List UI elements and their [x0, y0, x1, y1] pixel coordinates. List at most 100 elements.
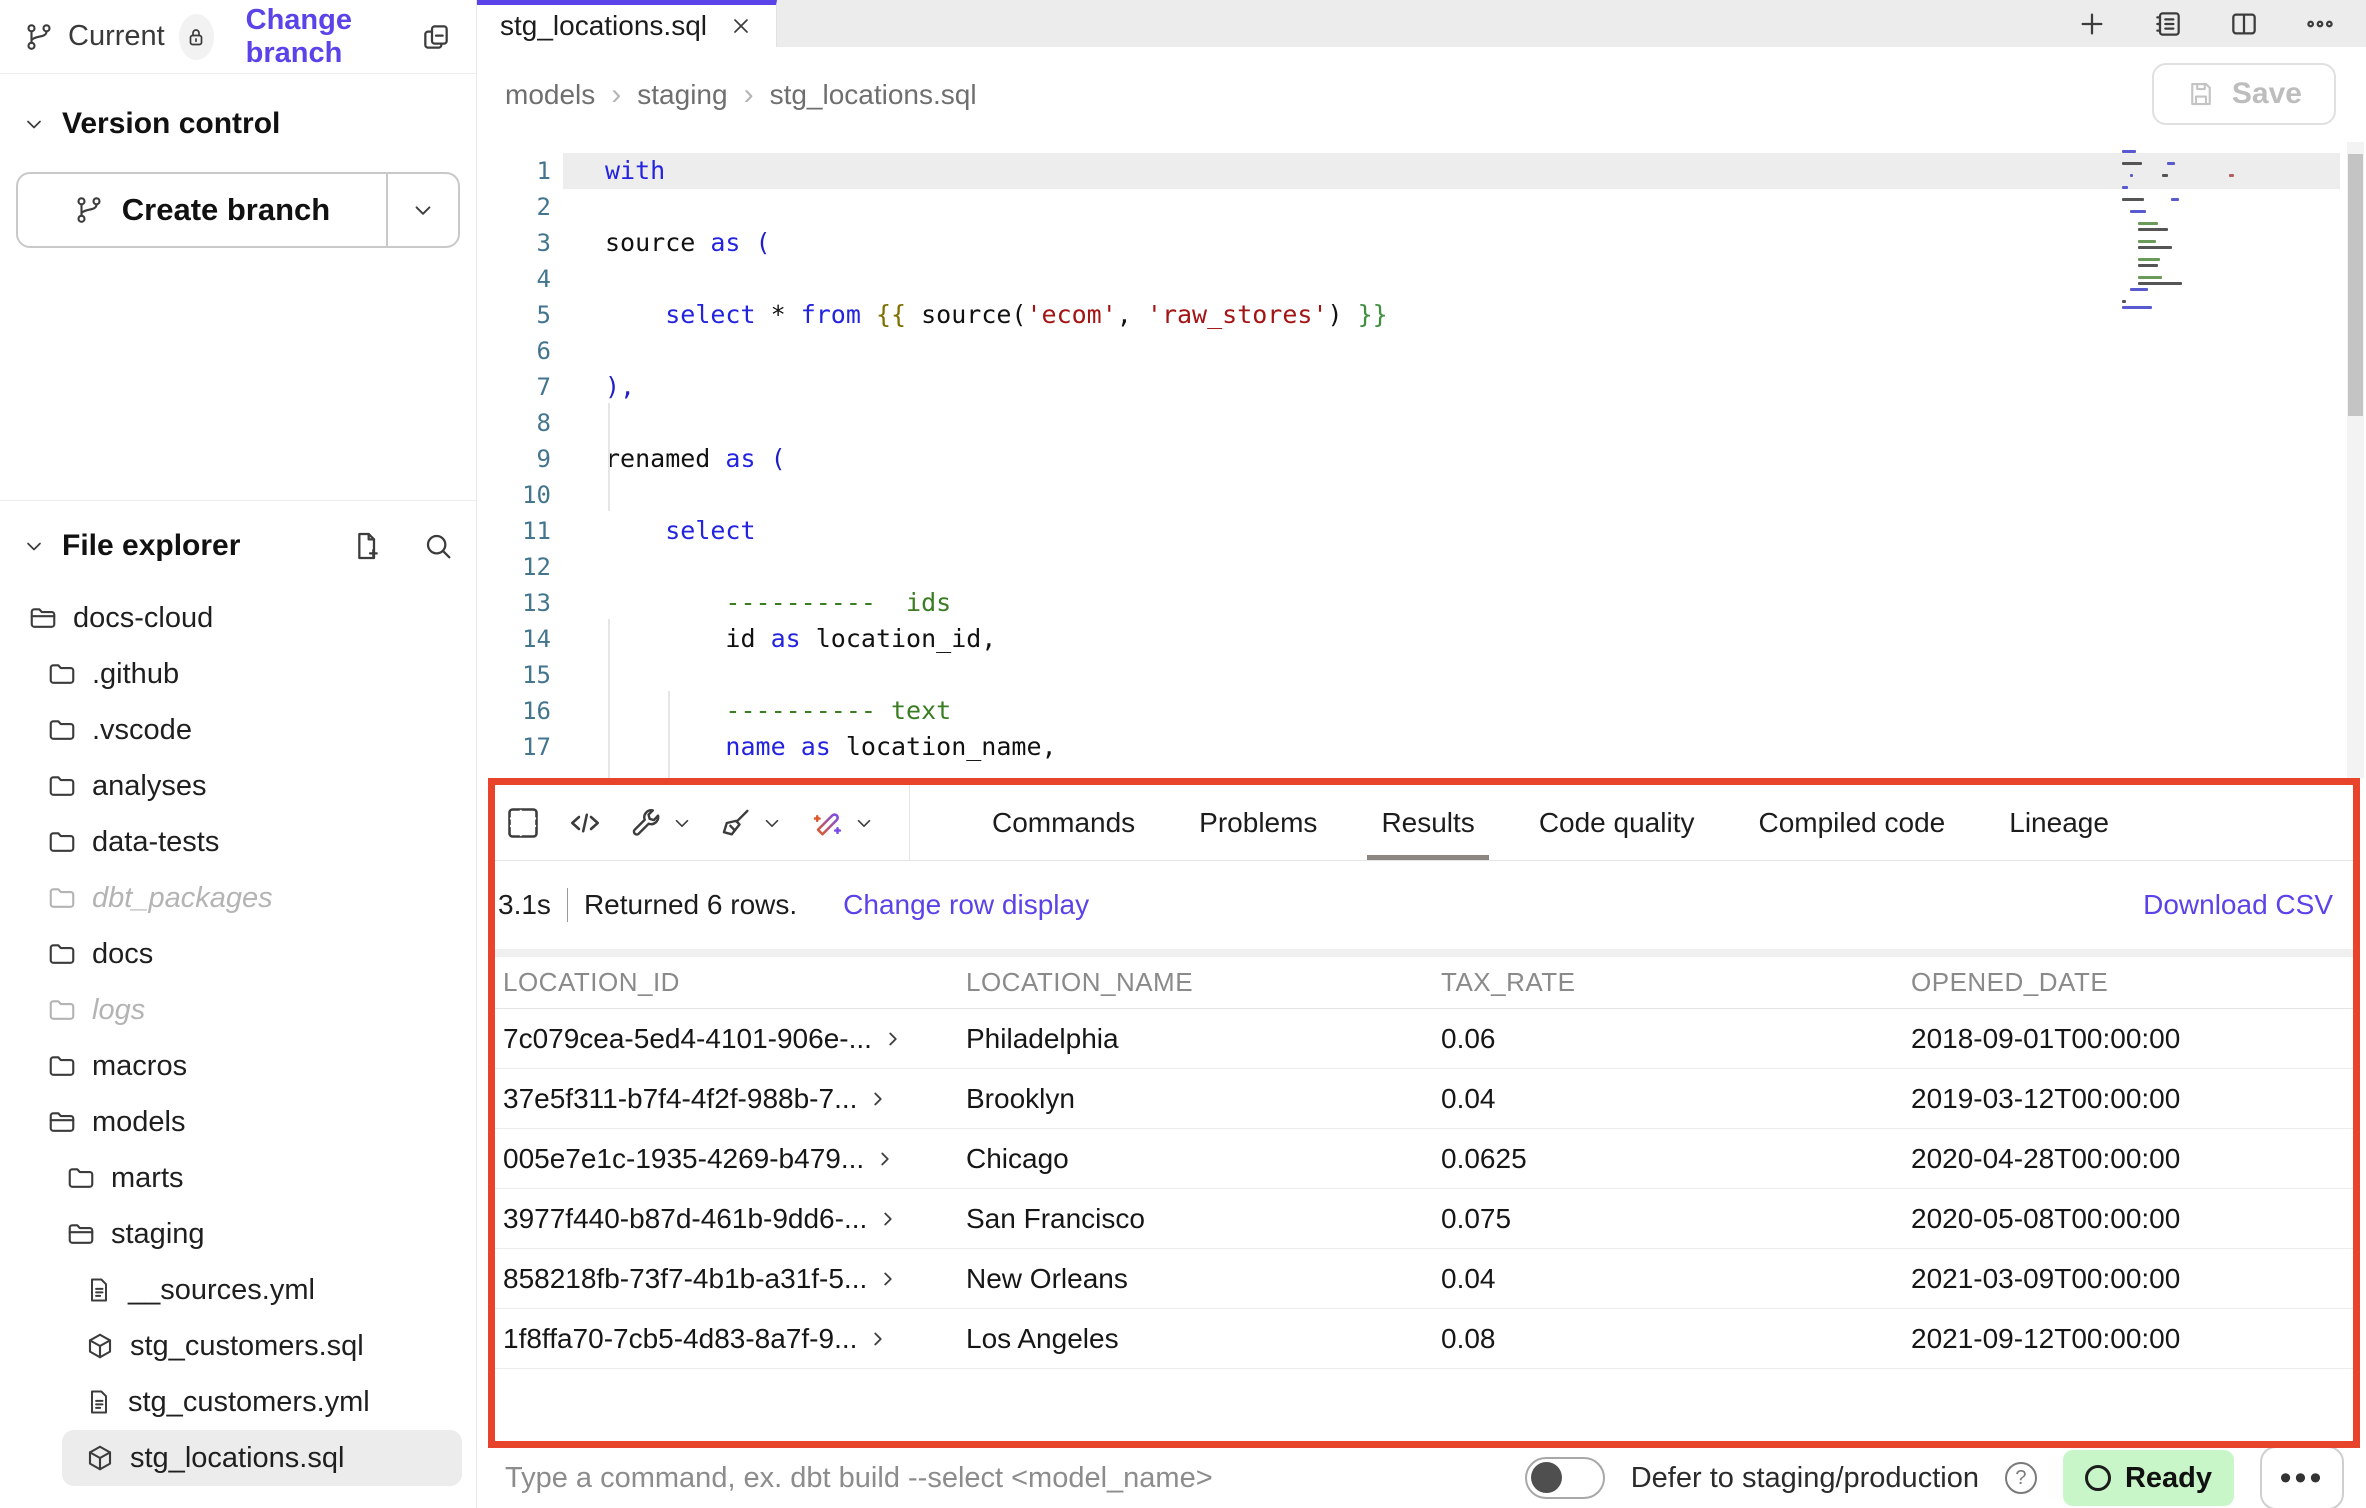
file-explorer-section-header[interactable]: File explorer: [0, 516, 476, 576]
change-branch-link[interactable]: Change branch: [246, 4, 406, 70]
tree-item-label: docs-cloud: [73, 602, 213, 635]
tree-item--github[interactable]: .github: [0, 646, 476, 702]
change-row-display-link[interactable]: Change row display: [843, 889, 1089, 921]
code-icon-button[interactable]: [567, 805, 603, 841]
broom-icon-button[interactable]: [719, 806, 783, 840]
column-header-location_name[interactable]: LOCATION_NAME: [966, 967, 1441, 998]
notebook-icon[interactable]: [2152, 8, 2184, 40]
results-tab-lineage[interactable]: Lineage: [2009, 785, 2109, 860]
table-row[interactable]: 858218fb-73f7-4b1b-a31f-5...New Orleans0…: [495, 1249, 2353, 1309]
cell-location_id: 1f8ffa70-7cb5-4d83-8a7f-9...: [495, 1323, 966, 1355]
expand-row-chevron-icon[interactable]: [882, 1028, 904, 1050]
cell-tax_rate: 0.0625: [1441, 1143, 1911, 1175]
code-line-11[interactable]: 11 select: [477, 513, 2366, 549]
code-line-7[interactable]: 7),: [477, 369, 2366, 405]
defer-toggle[interactable]: [1525, 1457, 1605, 1499]
tree-item-stg-locations-sql[interactable]: stg_locations.sql: [62, 1430, 462, 1486]
table-row[interactable]: 7c079cea-5ed4-4101-906e-...Philadelphia0…: [495, 1009, 2353, 1069]
expand-row-chevron-icon[interactable]: [867, 1328, 889, 1350]
code-line-5[interactable]: 5 select * from {{ source('ecom', 'raw_s…: [477, 297, 2366, 333]
copy-icon[interactable]: [420, 21, 452, 53]
code-line-4[interactable]: 4: [477, 261, 2366, 297]
status-divider: [567, 888, 568, 922]
tree-item-docs-cloud[interactable]: docs-cloud: [0, 590, 476, 646]
tree-item--vscode[interactable]: .vscode: [0, 702, 476, 758]
column-header-opened_date[interactable]: OPENED_DATE: [1911, 967, 2353, 998]
code-line-9[interactable]: 9renamed as (: [477, 441, 2366, 477]
tree-item-staging[interactable]: staging: [0, 1206, 476, 1262]
table-row[interactable]: 37e5f311-b7f4-4f2f-988b-7...Brooklyn0.04…: [495, 1069, 2353, 1129]
column-header-tax_rate[interactable]: TAX_RATE: [1441, 967, 1911, 998]
code-line-13[interactable]: 13 ---------- ids: [477, 585, 2366, 621]
tree-item-logs[interactable]: logs: [0, 982, 476, 1038]
column-header-location_id[interactable]: LOCATION_ID: [495, 967, 966, 998]
table-row[interactable]: 1f8ffa70-7cb5-4d83-8a7f-9...Los Angeles0…: [495, 1309, 2353, 1369]
folder-icon: [47, 659, 77, 689]
expand-row-chevron-icon[interactable]: [877, 1208, 899, 1230]
split-pane-icon[interactable]: [2228, 8, 2260, 40]
code-line-14[interactable]: 14 id as location_id,: [477, 621, 2366, 657]
editor-scrollbar[interactable]: [2347, 142, 2364, 778]
version-control-section-header[interactable]: Version control: [0, 96, 476, 152]
tree-item-marts[interactable]: marts: [0, 1150, 476, 1206]
scrollbar-thumb[interactable]: [2348, 154, 2363, 416]
results-tab-results[interactable]: Results: [1381, 785, 1474, 860]
tree-item-label: .vscode: [92, 714, 192, 747]
plus-icon[interactable]: [2076, 8, 2108, 40]
cell-opened_date: 2021-09-12T00:00:00: [1911, 1323, 2353, 1355]
table-icon-button[interactable]: [505, 805, 541, 841]
expand-row-chevron-icon[interactable]: [867, 1088, 889, 1110]
help-icon[interactable]: ?: [2005, 1462, 2037, 1494]
save-button[interactable]: Save: [2152, 63, 2336, 125]
tree-item-analyses[interactable]: analyses: [0, 758, 476, 814]
results-tab-problems[interactable]: Problems: [1199, 785, 1317, 860]
command-input[interactable]: Type a command, ex. dbt build --select <…: [505, 1462, 1499, 1495]
tree-item-docs[interactable]: docs: [0, 926, 476, 982]
breadcrumb-segment[interactable]: stg_locations.sql: [770, 79, 977, 111]
tab-stg-locations-sql[interactable]: stg_locations.sql: [477, 0, 777, 47]
minimap[interactable]: [2122, 150, 2234, 312]
expand-row-chevron-icon[interactable]: [877, 1268, 899, 1290]
tree-item-models[interactable]: models: [0, 1094, 476, 1150]
code-line-10[interactable]: 10: [477, 477, 2366, 513]
table-row[interactable]: 3977f440-b87d-461b-9dd6-...San Francisco…: [495, 1189, 2353, 1249]
expand-row-chevron-icon[interactable]: [874, 1148, 896, 1170]
code-line-6[interactable]: 6: [477, 333, 2366, 369]
tree-item-dbt-packages[interactable]: dbt_packages: [0, 870, 476, 926]
tree-item--sources-yml[interactable]: __sources.yml: [0, 1262, 476, 1318]
download-csv-link[interactable]: Download CSV: [2143, 889, 2333, 921]
line-number: 12: [477, 553, 563, 581]
code-line-16[interactable]: 16 ---------- text: [477, 693, 2366, 729]
new-file-icon[interactable]: [350, 530, 382, 562]
code-line-12[interactable]: 12: [477, 549, 2366, 585]
code-editor[interactable]: 1with23source as (45 select * from {{ so…: [477, 142, 2366, 778]
code-line-15[interactable]: 15: [477, 657, 2366, 693]
results-tab-commands[interactable]: Commands: [992, 785, 1135, 860]
ellipsis-icon[interactable]: [2304, 8, 2336, 40]
table-row[interactable]: 005e7e1c-1935-4269-b479...Chicago0.06252…: [495, 1129, 2353, 1189]
create-branch-button[interactable]: Create branch: [18, 174, 386, 246]
results-tab-compiled-code[interactable]: Compiled code: [1758, 785, 1945, 860]
code-text: id as location_id,: [563, 621, 2340, 657]
breadcrumb-segment[interactable]: models: [505, 79, 595, 111]
search-icon[interactable]: [422, 530, 454, 562]
tree-item-stg-customers-yml[interactable]: stg_customers.yml: [0, 1374, 476, 1430]
results-panel-highlighted: Commands Problems Results Code quality Compi…: [488, 778, 2360, 1448]
cell-opened_date: 2018-09-01T00:00:00: [1911, 1023, 2353, 1055]
code-line-2[interactable]: 2: [477, 189, 2366, 225]
code-line-3[interactable]: 3source as (: [477, 225, 2366, 261]
wrench-icon-button[interactable]: [629, 806, 693, 840]
more-options-button[interactable]: •••: [2260, 1446, 2344, 1508]
tree-item-macros[interactable]: macros: [0, 1038, 476, 1094]
tree-item-stg-customers-sql[interactable]: stg_customers.sql: [0, 1318, 476, 1374]
rows-returned-message: Returned 6 rows.: [584, 889, 797, 921]
close-icon[interactable]: [729, 14, 753, 38]
wand-icon-button[interactable]: [809, 805, 875, 841]
code-line-17[interactable]: 17 name as location_name,: [477, 729, 2366, 765]
breadcrumb-segment[interactable]: staging: [637, 79, 727, 111]
code-line-1[interactable]: 1with: [477, 153, 2366, 189]
results-tab-code-quality[interactable]: Code quality: [1539, 785, 1695, 860]
create-branch-dropdown[interactable]: [386, 174, 458, 246]
code-line-8[interactable]: 8: [477, 405, 2366, 441]
tree-item-data-tests[interactable]: data-tests: [0, 814, 476, 870]
